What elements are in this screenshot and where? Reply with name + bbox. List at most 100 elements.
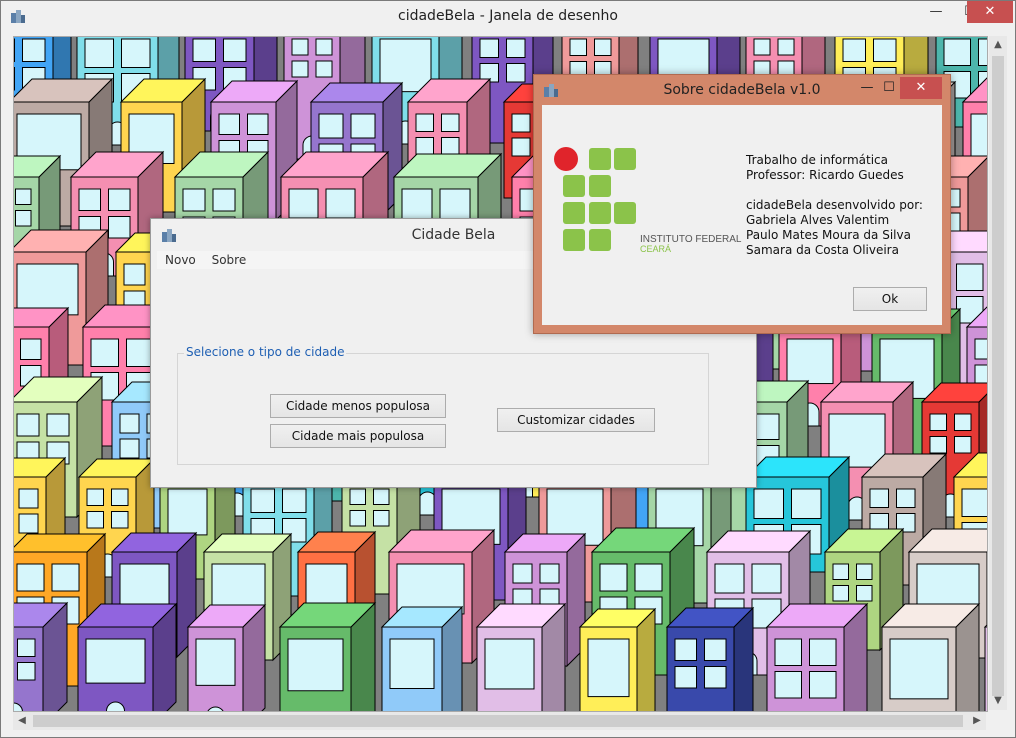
- customize-button[interactable]: Customizar cidades: [497, 408, 655, 432]
- building-part: [325, 188, 356, 219]
- building-part: [14, 67, 15, 91]
- scroll-left-icon[interactable]: ◀: [13, 712, 31, 730]
- building-part: [569, 38, 587, 56]
- scroll-right-icon[interactable]: ▶: [968, 712, 986, 730]
- building-part: [349, 510, 366, 527]
- building-part: [192, 38, 216, 62]
- vertical-scroll-thumb[interactable]: [992, 56, 1004, 696]
- building-part: [108, 188, 131, 211]
- building-part: [18, 513, 39, 534]
- building-part: [287, 638, 344, 692]
- building-part: [777, 38, 795, 56]
- scroll-up-icon[interactable]: ▲: [989, 36, 1007, 54]
- building-part: [282, 488, 307, 513]
- building-part: [51, 563, 80, 592]
- building-part: [223, 38, 247, 62]
- building-part: [20, 338, 42, 360]
- building-part: [14, 38, 15, 62]
- less-populated-button[interactable]: Cidade menos populosa: [270, 394, 446, 418]
- building-part: [479, 38, 499, 58]
- city-type-group: Selecione o tipo de cidade Cidade menos …: [177, 345, 709, 465]
- building-part: [714, 563, 745, 594]
- building-part: [195, 638, 236, 686]
- ok-button[interactable]: Ok: [853, 287, 927, 311]
- about-body: INSTITUTO FEDERAL CEARÁ Trabalho de info…: [542, 105, 942, 325]
- building-part: [511, 137, 531, 157]
- vertical-scrollbar[interactable]: ▲ ▼: [989, 36, 1007, 710]
- building-part: [119, 438, 140, 459]
- building-part: [90, 338, 119, 367]
- building-part: [869, 488, 889, 508]
- building-part: [774, 638, 802, 666]
- building-part: [182, 188, 206, 212]
- building-part: [16, 563, 45, 592]
- building-part: [389, 638, 435, 689]
- building-part: [929, 413, 947, 431]
- building-part: [86, 488, 104, 506]
- building-part: [401, 188, 433, 220]
- building-part: [218, 113, 240, 135]
- building-part: [111, 488, 129, 506]
- building-part: [511, 113, 531, 133]
- building-part: [85, 638, 146, 684]
- main-titlebar[interactable]: cidadeBela - Janela de desenho — ☐ ✕: [1, 1, 1015, 31]
- building-part: [441, 113, 460, 132]
- building-part: [121, 38, 151, 68]
- building-part: [15, 210, 32, 227]
- building-part: [889, 638, 949, 700]
- building-part: [954, 436, 972, 454]
- building-part: [943, 38, 971, 66]
- building-part: [674, 638, 697, 661]
- close-button[interactable]: ✕: [967, 1, 1013, 23]
- menu-novo[interactable]: Novo: [165, 251, 196, 269]
- building-part: [108, 216, 131, 239]
- building-part: [774, 671, 802, 699]
- minimize-button[interactable]: —: [919, 1, 953, 23]
- scroll-down-icon[interactable]: ▼: [989, 692, 1007, 710]
- about-line: cidadeBela desenvolvido por:: [746, 198, 923, 212]
- building-part: [704, 638, 727, 661]
- building-part: [809, 638, 837, 666]
- ifce-logo: INSTITUTO FEDERAL CEARÁ: [554, 147, 742, 254]
- building-part: [809, 671, 837, 699]
- building-part: [587, 638, 630, 698]
- about-line: Gabriela Alves Valentim: [746, 213, 890, 227]
- horizontal-scroll-thumb[interactable]: [33, 715, 963, 727]
- building-part: [512, 563, 533, 584]
- building-part: [954, 413, 972, 431]
- building-part: [970, 113, 987, 159]
- building-part: [704, 666, 727, 689]
- building-part: [961, 488, 987, 517]
- about-line: Professor: Ricardo Guedes: [746, 168, 904, 182]
- building-part: [974, 364, 987, 386]
- building-part: [22, 38, 46, 62]
- building-part: [832, 585, 849, 602]
- building-part: [291, 60, 309, 78]
- building-part: [599, 563, 628, 592]
- building-part: [791, 488, 822, 519]
- building-part: [594, 38, 612, 56]
- building-part: [753, 488, 784, 519]
- building-part: [315, 60, 333, 78]
- building-part: [167, 488, 208, 536]
- building-part: [832, 563, 849, 580]
- about-close-button[interactable]: ✕: [900, 77, 942, 99]
- building-part: [111, 511, 129, 529]
- building-part: [15, 188, 32, 205]
- building-part: [123, 263, 146, 286]
- building-part: [17, 638, 36, 657]
- building-part: [674, 666, 697, 689]
- more-populated-button[interactable]: Cidade mais populosa: [270, 424, 446, 448]
- building-part: [16, 263, 79, 316]
- building-part: [786, 338, 834, 385]
- menu-sobre[interactable]: Sobre: [212, 251, 247, 269]
- building-part: [84, 38, 114, 68]
- building-part: [751, 563, 782, 594]
- building-part: [753, 38, 771, 56]
- about-line: Samara da Costa Oliveira: [746, 243, 899, 257]
- building-part: [212, 188, 236, 212]
- group-label: Selecione o tipo de cidade: [184, 345, 347, 359]
- horizontal-scrollbar[interactable]: ◀ ▶: [13, 712, 986, 730]
- building-part: [484, 638, 535, 690]
- building-part: [856, 585, 873, 602]
